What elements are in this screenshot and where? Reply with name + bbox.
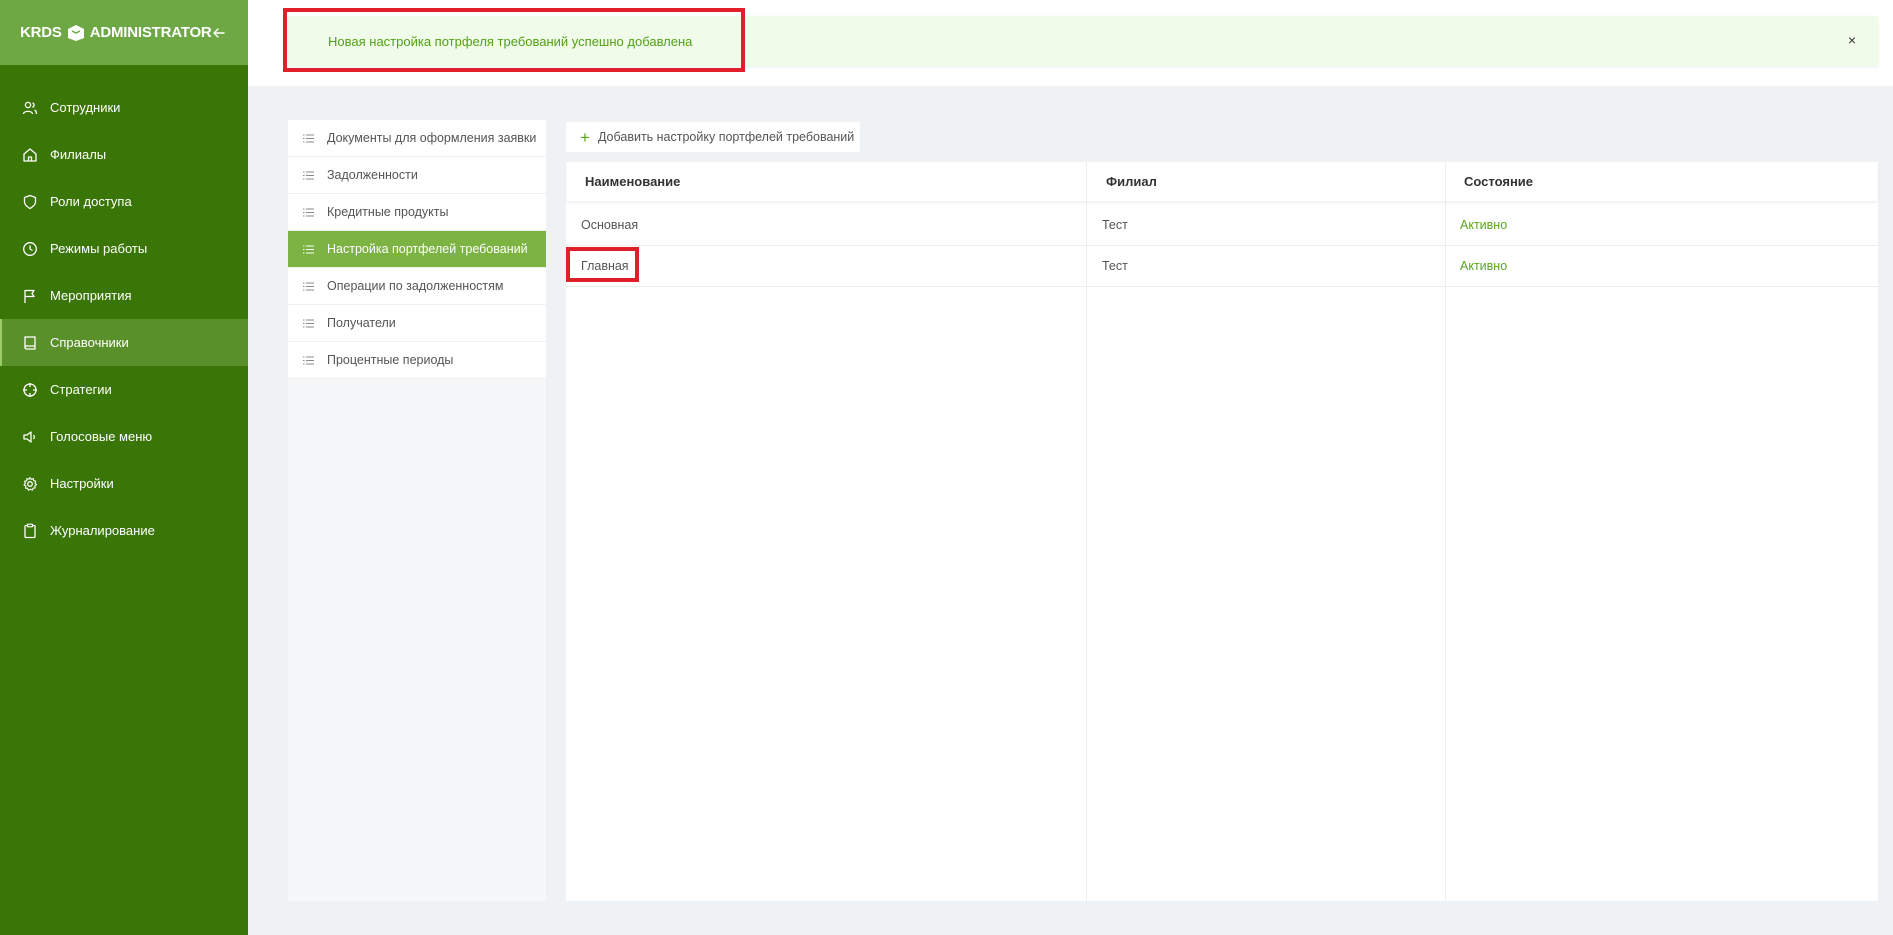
- logo-right-text: ADMINISTRATOR: [89, 24, 212, 41]
- app-logo[interactable]: KRDS ADMINISTRATOR: [20, 23, 212, 43]
- submenu-item-label: Кредитные продукты: [327, 205, 449, 219]
- submenu-item-credit-products[interactable]: Кредитные продукты: [288, 194, 546, 231]
- sidebar-item-voice-menus[interactable]: Голосовые меню: [0, 413, 248, 460]
- submenu-item-label: Операции по задолженностям: [327, 279, 504, 293]
- sidebar-item-branches[interactable]: Филиалы: [0, 131, 248, 178]
- submenu-item-recipients[interactable]: Получатели: [288, 305, 546, 342]
- list-icon: [303, 244, 315, 254]
- sidebar-item-logging[interactable]: Журналирование: [0, 507, 248, 554]
- clipboard-icon: [22, 523, 38, 539]
- crosshair-icon: [22, 382, 38, 398]
- submenu-item-label: Задолженности: [327, 168, 418, 182]
- sidebar-item-label: Режимы работы: [50, 241, 148, 256]
- submenu-item-label: Процентные периоды: [327, 353, 454, 367]
- sidebar-item-references[interactable]: Справочники: [0, 319, 248, 366]
- success-alert: Новая настройка потрфеля требований успе…: [287, 16, 1878, 66]
- plus-icon: +: [580, 127, 590, 147]
- submenu-item-label: Документы для оформления заявки: [327, 131, 537, 145]
- list-icon: [303, 133, 315, 143]
- sidebar-item-label: Справочники: [50, 335, 129, 350]
- column-header-branch[interactable]: Филиал: [1106, 174, 1157, 189]
- gear-icon: [22, 476, 38, 492]
- sidebar-item-settings[interactable]: Настройки: [0, 460, 248, 507]
- clock-icon: [22, 241, 38, 257]
- sidebar-item-employees[interactable]: Сотрудники: [0, 84, 248, 131]
- sidebar-item-label: Филиалы: [50, 147, 107, 162]
- list-icon: [303, 207, 315, 217]
- cell-status: Активно: [1460, 218, 1508, 232]
- submenu-item-portfolio-settings[interactable]: Настройка портфелей требований: [288, 231, 546, 268]
- logo-box-icon: [65, 23, 87, 43]
- close-alert-button[interactable]: ×: [1848, 33, 1856, 47]
- sidebar-item-label: Голосовые меню: [50, 429, 153, 444]
- sidebar-item-events[interactable]: Мероприятия: [0, 272, 248, 319]
- sidebar-item-label: Сотрудники: [50, 100, 121, 115]
- cell-branch: Тест: [1102, 218, 1128, 232]
- shield-icon: [22, 194, 38, 210]
- cell-name: Главная: [581, 259, 629, 273]
- logo-left-text: KRDS: [20, 24, 62, 41]
- sidebar-item-work-modes[interactable]: Режимы работы: [0, 225, 248, 272]
- home-icon: [22, 147, 38, 163]
- submenu-item-label: Настройка портфелей требований: [327, 242, 528, 256]
- portfolio-settings-table: Наименование Филиал Состояние Основная Т…: [566, 162, 1878, 901]
- table-row[interactable]: Основная Тест Активно: [566, 205, 1878, 246]
- list-icon: [303, 318, 315, 328]
- book-icon: [22, 335, 38, 351]
- sidebar-item-label: Настройки: [50, 476, 114, 491]
- sidebar-item-label: Журналирование: [50, 523, 155, 538]
- alert-message: Новая настройка потрфеля требований успе…: [328, 33, 693, 49]
- submenu-item-interest-periods[interactable]: Процентные периоды: [288, 342, 546, 379]
- sidebar-item-label: Стратегии: [50, 382, 112, 397]
- sidebar-nav: Сотрудники Филиалы Роли доступа Режимы р…: [0, 65, 248, 554]
- sidebar-header: KRDS ADMINISTRATOR: [0, 0, 248, 65]
- sidebar-item-label: Роли доступа: [50, 194, 132, 209]
- table-header: Наименование Филиал Состояние: [566, 162, 1878, 201]
- cell-status: Активно: [1460, 259, 1508, 273]
- column-header-status[interactable]: Состояние: [1464, 174, 1533, 189]
- users-icon: [22, 100, 38, 116]
- submenu-item-debt-operations[interactable]: Операции по задолженностям: [288, 268, 546, 305]
- submenu-item-documents[interactable]: Документы для оформления заявки: [288, 120, 546, 157]
- submenu-item-label: Получатели: [327, 316, 396, 330]
- arrow-left-icon: [213, 27, 225, 38]
- speaker-icon: [22, 429, 38, 445]
- list-icon: [303, 170, 315, 180]
- column-header-name[interactable]: Наименование: [585, 174, 680, 189]
- references-submenu: Документы для оформления заявки Задолжен…: [288, 120, 546, 901]
- sidebar-item-label: Мероприятия: [50, 288, 132, 303]
- table-row[interactable]: Главная Тест Активно: [566, 246, 1878, 287]
- cell-name: Основная: [581, 218, 639, 232]
- add-portfolio-setting-button[interactable]: + Добавить настройку портфелей требовани…: [566, 122, 860, 152]
- submenu-item-debts[interactable]: Задолженности: [288, 157, 546, 194]
- add-button-label: Добавить настройку портфелей требований: [597, 130, 855, 144]
- sidebar: KRDS ADMINISTRATOR Сотрудники Филиалы Ро…: [0, 0, 248, 935]
- cell-branch: Тест: [1102, 259, 1128, 273]
- list-icon: [303, 355, 315, 365]
- flag-icon: [22, 288, 38, 304]
- sidebar-item-strategies[interactable]: Стратегии: [0, 366, 248, 413]
- collapse-sidebar-button[interactable]: [212, 26, 226, 40]
- list-icon: [303, 281, 315, 291]
- sidebar-item-access-roles[interactable]: Роли доступа: [0, 178, 248, 225]
